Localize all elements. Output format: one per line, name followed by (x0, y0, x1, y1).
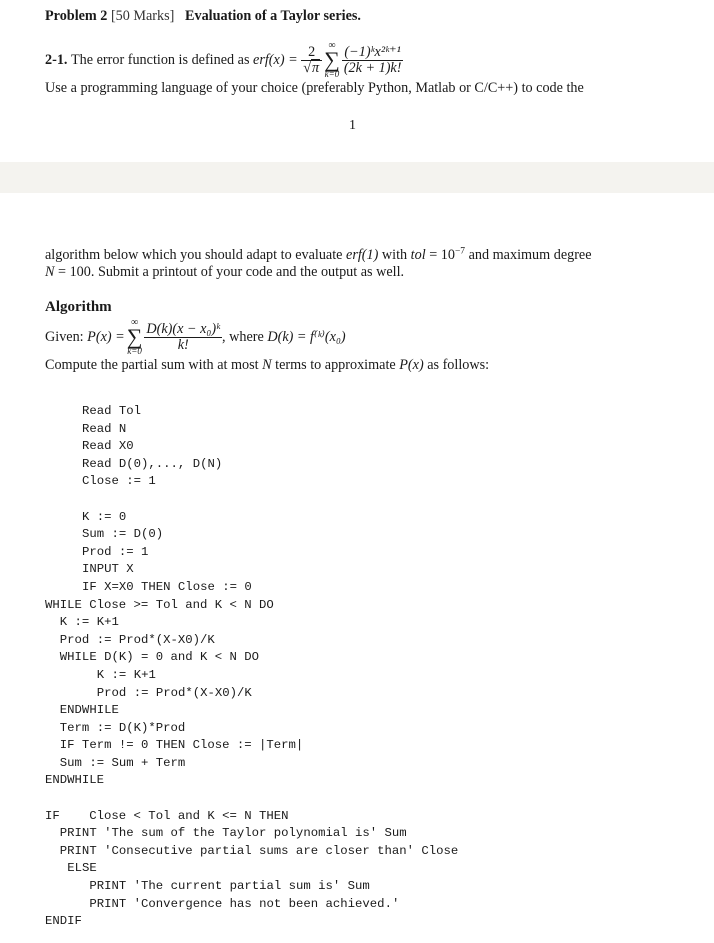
code-line: INPUT X (82, 562, 134, 577)
code-line: Sum := Sum + Term (59, 755, 186, 770)
problem-heading: Problem 2 [50 Marks] Evaluation of a Tay… (45, 8, 361, 25)
task-line-2: N = 100. Submit a printout of your code … (45, 264, 405, 280)
code-line: PRINT 'Convergence has not been achieved… (89, 896, 400, 911)
erf-definition: 2-1. The error function is defined as er… (45, 38, 404, 82)
code-line: WHILE Close >= Tol and K < N DO (45, 597, 274, 612)
problem-marks: [50 Marks] (110, 8, 175, 24)
code-line: ENDWHILE (45, 773, 105, 788)
code-line: Prod := Prod*(X-X0)/K (59, 632, 215, 647)
compute-line: Compute the partial sum with at most N t… (45, 357, 490, 373)
task-line-1: algorithm below which you should adapt t… (45, 246, 592, 263)
code-line: ENDWHILE (59, 703, 119, 718)
item-text: The error function is defined as (71, 51, 250, 68)
summation-symbol: ∞ ∑ k=0 (126, 316, 143, 356)
code-line: Term := D(K)*Prod (59, 720, 186, 735)
code-line: Read Tol (82, 404, 142, 418)
code-line: Read D(0),..., D(N) (82, 456, 223, 471)
code-line: Sum := D(0) (82, 527, 164, 542)
code-line: IF Close < Tol and K <= N THEN (45, 808, 289, 823)
taylor-term-fraction: D(k)(x − x₀)ᵏ k! (144, 320, 223, 353)
page-number: 1 (349, 118, 356, 133)
code-line: Prod := 1 (82, 544, 149, 559)
problem-label: Problem 2 (45, 8, 108, 24)
erf-coefficient: 2 √π (301, 44, 323, 76)
erf-term-fraction: (−1)ᵏx²ᵏ⁺¹ (2k + 1)k! (341, 43, 404, 76)
given-formula: Given: P(x) = ∞ ∑ k=0 D(k)(x − x₀)ᵏ k! ,… (45, 316, 346, 356)
code-line: WHILE D(K) = 0 and K < N DO (59, 650, 260, 665)
code-line: Close := 1 (82, 474, 156, 489)
summation-symbol: ∞ ∑ k=0 (324, 39, 340, 79)
code-line: Read N (82, 421, 127, 436)
code-line: PRINT 'The current partial sum is' Sum (89, 879, 370, 894)
code-line: ELSE (67, 861, 97, 876)
code-line: ENDIF (45, 914, 82, 929)
code-line: PRINT 'The sum of the Taylor polynomial … (59, 826, 407, 841)
page-separator (0, 162, 714, 193)
problem-title: Evaluation of a Taylor series. (185, 8, 361, 24)
code-line: IF Term != 0 THEN Close := |Term| (59, 738, 304, 753)
code-line: Read X0 (82, 439, 134, 454)
code-line: K := 0 (82, 509, 127, 524)
code-line: Prod := Prod*(X-X0)/K (96, 685, 252, 700)
code-line: K := K+1 (59, 615, 119, 630)
instruction-line: Use a programming language of your choic… (45, 80, 584, 96)
pseudocode-block: Read Tol Read N Read X0 Read D(0),..., D(N)… (45, 403, 458, 931)
item-label: 2-1. (45, 51, 68, 68)
code-line: IF X=X0 THEN Close := 0 (82, 579, 252, 594)
erf-lhs: erf(x) = (253, 51, 298, 68)
code-line: PRINT 'Consecutive partial sums are clos… (59, 843, 459, 858)
code-line: K := K+1 (96, 667, 156, 682)
